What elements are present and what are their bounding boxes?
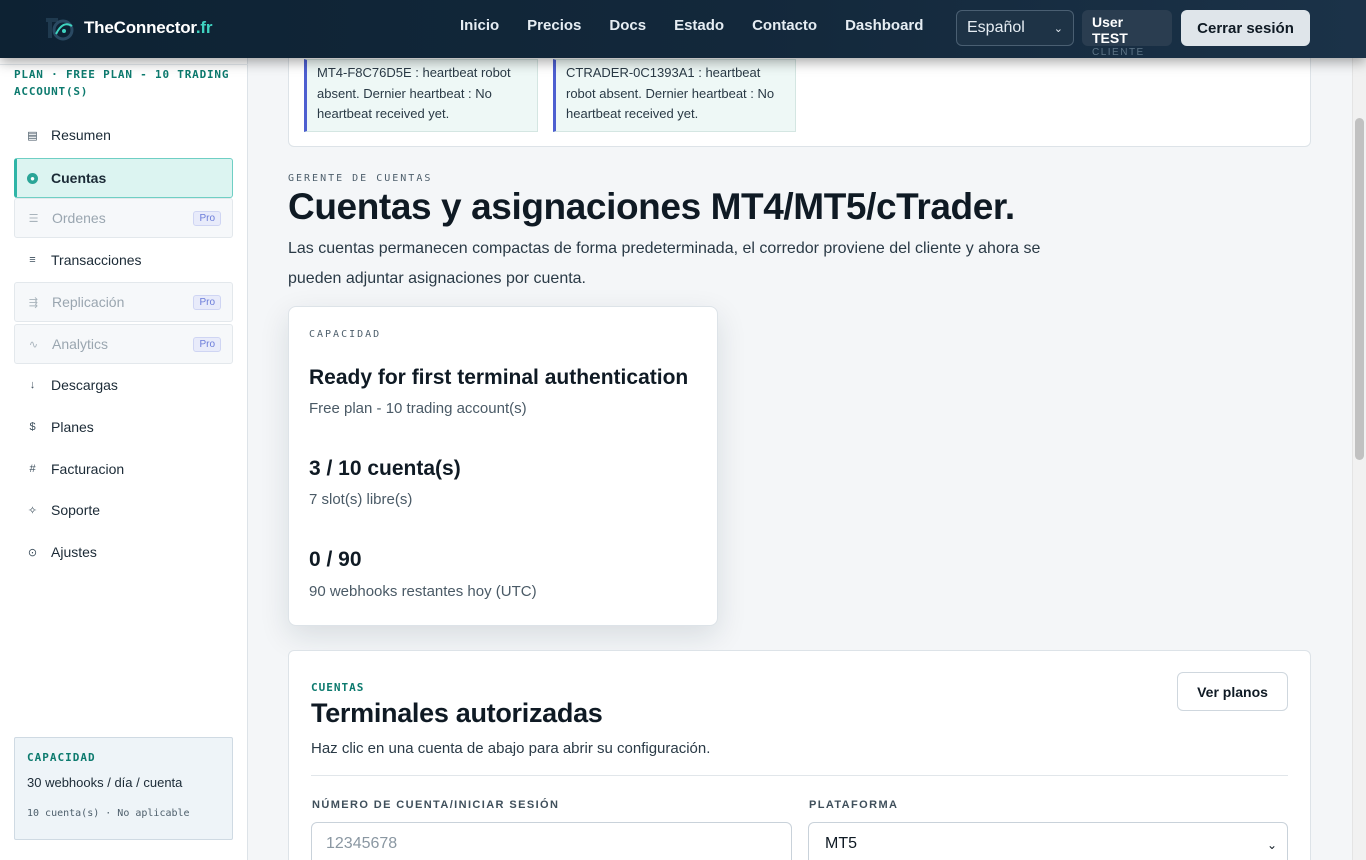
platform-field-label: PLATAFORMA	[809, 799, 899, 811]
capacity-sub: 10 cuenta(s) · No aplicable	[27, 808, 190, 819]
accounts-metric: 3 / 10 cuenta(s)	[309, 457, 461, 480]
brand-logo[interactable]: TheConnector.fr	[42, 14, 213, 42]
logout-button[interactable]: Cerrar sesión	[1181, 10, 1310, 46]
page-description: Las cuentas permanecen compactas de form…	[288, 240, 1041, 287]
capacity-line: 30 webhooks / día / cuenta	[27, 775, 183, 790]
sidebar-item-label: Replicación	[52, 294, 125, 310]
sidebar-item-ajustes[interactable]: ⊙ Ajustes	[14, 532, 233, 572]
capacity-card: CAPACIDAD Ready for first terminal authe…	[288, 306, 718, 626]
download-icon: ↓	[29, 379, 36, 391]
accounts-title: Terminales autorizadas	[311, 698, 603, 728]
nav-link-docs[interactable]: Docs	[609, 17, 646, 34]
nav-link-estado[interactable]: Estado	[674, 17, 724, 34]
sidebar-item-cuentas[interactable]: ● Cuentas	[14, 158, 233, 198]
page-title: Cuentas y asignaciones MT4/MT5/cTrader.	[288, 186, 1015, 227]
language-select[interactable]: Español ⌄	[956, 10, 1074, 46]
sidebar-item-label: Cuentas	[51, 170, 107, 186]
user-menu[interactable]: User TEST CLIENTE	[1082, 10, 1172, 58]
dollar-icon: $	[29, 421, 36, 433]
accounts-divider	[311, 775, 1288, 776]
sidebar-item-label: Planes	[51, 419, 94, 435]
capacity-card-eyebrow: CAPACIDAD	[309, 329, 382, 340]
sidebar-item-label: Descargas	[51, 377, 118, 393]
view-plans-button[interactable]: Ver planos	[1177, 672, 1288, 711]
status-subtitle: Free plan - 10 trading account(s)	[309, 400, 527, 417]
orders-icon: ☰	[28, 212, 39, 225]
sidebar-item-label: Transacciones	[51, 252, 142, 268]
sidebar-item-label: Ajustes	[51, 544, 97, 560]
analytics-icon: ∿	[28, 338, 39, 351]
page-scrollbar[interactable]	[1352, 58, 1366, 860]
logo-icon	[46, 18, 74, 41]
nav-link-inicio[interactable]: Inicio	[460, 17, 499, 34]
heartbeat-alert: MT4-F8C76D5E : heartbeat robot absent. D…	[304, 59, 538, 132]
list-icon: ▤	[27, 129, 38, 142]
sidebar-item-label: Ordenes	[52, 210, 106, 226]
pro-badge: Pro	[193, 211, 221, 226]
webhooks-metric: 0 / 90	[309, 548, 362, 571]
sidebar-item-facturacion[interactable]: # Facturacion	[14, 449, 233, 489]
accounts-section: CUENTAS Terminales autorizadas Haz clic …	[288, 650, 1311, 860]
sidebar-item-analytics[interactable]: ∿ Analytics Pro	[14, 324, 233, 364]
sidebar-item-planes[interactable]: $ Planes	[14, 407, 233, 447]
sidebar-item-soporte[interactable]: ✧ Soporte	[14, 490, 233, 530]
chevron-down-icon: ⌄	[1266, 838, 1277, 852]
accounts-eyebrow: CUENTAS	[311, 681, 365, 694]
support-icon: ✧	[27, 504, 38, 517]
sidebar-item-label: Facturacion	[51, 461, 125, 477]
status-title: Ready for first terminal authentication	[309, 366, 689, 389]
sidebar-item-replicacion[interactable]: ⇶ Replicación Pro	[14, 282, 233, 322]
transactions-icon: ≡	[29, 254, 36, 266]
login-field-label: NÚMERO DE CUENTA/INICIAR SESIÓN	[312, 799, 560, 811]
accounts-metric-sub: 7 slot(s) libre(s)	[309, 491, 413, 508]
nav-link-contacto[interactable]: Contacto	[752, 17, 817, 34]
sidebar-capacity-box: CAPACIDAD 30 webhooks / día / cuenta 10 …	[14, 737, 233, 840]
login-input[interactable]: 12345678	[311, 822, 792, 860]
platform-select[interactable]: MT5 ⌄	[808, 822, 1288, 860]
platform-value: MT5	[825, 835, 857, 852]
sidebar-item-label: Soporte	[51, 502, 101, 518]
plan-label: PLAN · FREE PLAN - 10 TRADING ACCOUNT(S)	[14, 68, 230, 98]
language-value: Español	[967, 19, 1025, 36]
page-eyebrow: GERENTE DE CUENTAS	[288, 173, 433, 184]
hash-icon: #	[29, 463, 36, 475]
heartbeat-alert: CTRADER-0C1393A1 : heartbeat robot absen…	[553, 59, 796, 132]
sidebar-item-label: Resumen	[51, 127, 111, 143]
pro-badge: Pro	[193, 295, 221, 310]
sidebar-item-ordenes[interactable]: ☰ Ordenes Pro	[14, 198, 233, 238]
sidebar: PLAN · FREE PLAN - 10 TRADING ACCOUNT(S)…	[0, 58, 248, 860]
top-navbar: TheConnector.fr Inicio Precios Docs Esta…	[0, 0, 1366, 58]
pro-badge: Pro	[193, 337, 221, 352]
user-role: CLIENTE	[1092, 47, 1145, 58]
user-name: User TEST	[1092, 14, 1128, 46]
capacity-title: CAPACIDAD	[27, 751, 96, 764]
plan-divider	[0, 64, 248, 65]
main-nav: Inicio Precios Docs Estado Contacto Dash…	[460, 17, 923, 34]
accounts-icon: ●	[27, 172, 38, 184]
scrollbar-thumb[interactable]	[1355, 118, 1364, 460]
nav-link-precios[interactable]: Precios	[527, 17, 581, 34]
sidebar-item-label: Analytics	[52, 336, 109, 352]
chevron-down-icon: ⌄	[1053, 22, 1063, 35]
sidebar-item-transacciones[interactable]: ≡ Transacciones	[14, 240, 233, 280]
replication-icon: ⇶	[28, 296, 39, 309]
webhooks-metric-sub: 90 webhooks restantes hoy (UTC)	[309, 583, 537, 600]
brand-name: TheConnector.fr	[84, 18, 213, 37]
sidebar-item-descargas[interactable]: ↓ Descargas	[14, 365, 233, 405]
accounts-description: Haz clic en una cuenta de abajo para abr…	[311, 740, 711, 757]
settings-icon: ⊙	[27, 546, 38, 559]
sidebar-item-resumen[interactable]: ▤ Resumen	[14, 115, 233, 155]
nav-link-dashboard[interactable]: Dashboard	[845, 17, 923, 34]
